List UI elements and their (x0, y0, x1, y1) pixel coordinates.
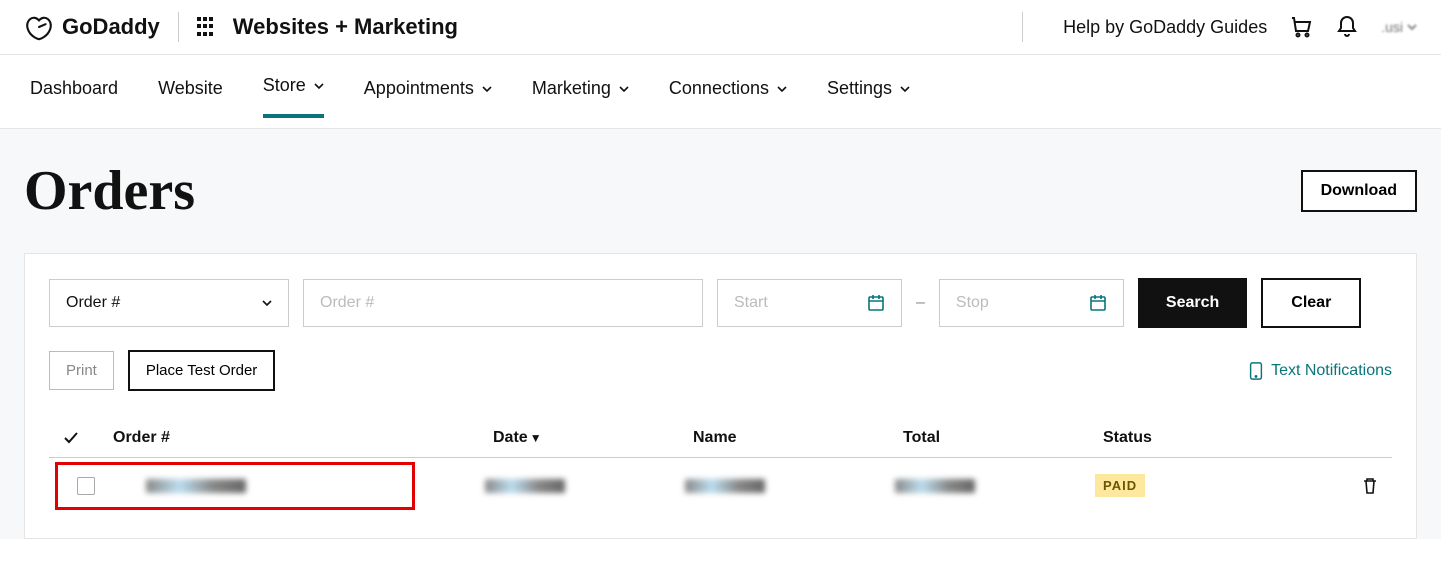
col-date-header[interactable]: Date▼ (493, 429, 693, 447)
place-test-order-button[interactable]: Place Test Order (128, 350, 275, 391)
filter-type-select[interactable]: Order # (49, 279, 289, 327)
date-start-placeholder: Start (734, 294, 768, 312)
orders-panel: Order # Start – Stop Search Clear Print … (24, 253, 1417, 539)
table-header: Order # Date▼ Name Total Status (49, 419, 1392, 458)
divider (1022, 12, 1023, 42)
search-button[interactable]: Search (1138, 278, 1247, 328)
chevron-down-icon (314, 81, 324, 91)
order-number-cell (146, 479, 246, 493)
nav-website[interactable]: Website (158, 75, 223, 108)
chevron-down-icon (482, 84, 492, 94)
user-menu[interactable]: .usi (1381, 19, 1417, 35)
order-search-input[interactable] (303, 279, 703, 327)
cart-icon[interactable] (1289, 15, 1313, 39)
chevron-down-icon (262, 298, 272, 308)
nav-marketing[interactable]: Marketing (532, 75, 629, 108)
download-button[interactable]: Download (1301, 170, 1417, 212)
print-button[interactable]: Print (49, 351, 114, 390)
date-cell (485, 479, 565, 493)
trash-icon[interactable] (1362, 477, 1378, 495)
status-badge: PAID (1095, 474, 1145, 497)
col-order-header[interactable]: Order # (113, 429, 493, 447)
chevron-down-icon (777, 84, 787, 94)
date-range-separator: – (916, 294, 925, 312)
chevron-down-icon (619, 84, 629, 94)
text-notifications-link[interactable]: Text Notifications (1249, 362, 1392, 380)
sort-desc-icon: ▼ (530, 431, 542, 445)
nav-dashboard[interactable]: Dashboard (30, 75, 118, 108)
col-status-header[interactable]: Status (1103, 429, 1283, 447)
check-icon[interactable] (63, 430, 79, 446)
page-title: Orders (24, 159, 195, 223)
date-start-input[interactable]: Start (717, 279, 902, 327)
calendar-icon (867, 294, 885, 312)
chevron-down-icon (900, 84, 910, 94)
name-cell (685, 479, 765, 493)
nav-settings[interactable]: Settings (827, 75, 910, 108)
godaddy-logo-icon (24, 12, 54, 42)
date-stop-input[interactable]: Stop (939, 279, 1124, 327)
total-cell (895, 479, 975, 493)
chevron-down-icon (1407, 22, 1417, 32)
phone-icon (1249, 362, 1263, 380)
brand-name: GoDaddy (62, 14, 160, 40)
col-total-header[interactable]: Total (903, 429, 1103, 447)
main-nav: Dashboard Website Store Appointments Mar… (0, 55, 1441, 129)
nav-store[interactable]: Store (263, 75, 324, 118)
divider (178, 12, 179, 42)
calendar-icon (1089, 294, 1107, 312)
brand-logo[interactable]: GoDaddy (24, 12, 160, 42)
table-row[interactable]: PAID (49, 458, 1392, 514)
row-highlight (55, 462, 415, 510)
text-notifications-label: Text Notifications (1271, 362, 1392, 380)
row-checkbox[interactable] (77, 477, 95, 495)
product-title: Websites + Marketing (233, 14, 458, 40)
nav-appointments[interactable]: Appointments (364, 75, 492, 108)
col-name-header[interactable]: Name (693, 429, 903, 447)
filter-type-value: Order # (66, 294, 120, 312)
clear-button[interactable]: Clear (1261, 278, 1361, 328)
help-link[interactable]: Help by GoDaddy Guides (1063, 17, 1267, 38)
apps-grid-icon[interactable] (197, 17, 217, 37)
date-stop-placeholder: Stop (956, 294, 989, 312)
nav-connections[interactable]: Connections (669, 75, 787, 108)
bell-icon[interactable] (1335, 15, 1359, 39)
